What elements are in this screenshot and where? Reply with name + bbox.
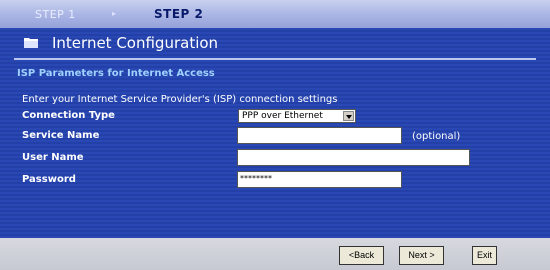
wizard-step-bar: STEP 1 ▸ STEP 2 xyxy=(0,0,550,28)
connection-type-value: PPP over Ethernet xyxy=(242,111,323,121)
page-title: Internet Configuration xyxy=(52,34,219,52)
user-name-label: User Name xyxy=(22,152,84,163)
user-name-input[interactable] xyxy=(237,149,470,166)
folder-icon xyxy=(24,38,38,48)
next-button[interactable]: Next > xyxy=(399,246,444,265)
connection-type-label: Connection Type xyxy=(22,110,115,121)
section-title: ISP Parameters for Internet Access xyxy=(17,68,215,79)
footer-bar xyxy=(0,238,550,270)
exit-button[interactable]: Exit xyxy=(472,246,497,265)
step-arrow-icon: ▸ xyxy=(112,9,117,18)
connection-type-select[interactable]: PPP over Ethernet xyxy=(238,109,356,123)
section-description: Enter your Internet Service Provider's (… xyxy=(22,94,338,105)
back-button[interactable]: <Back xyxy=(339,246,384,265)
password-input[interactable]: ******** xyxy=(237,171,402,188)
title-divider xyxy=(14,58,536,60)
password-label: Password xyxy=(22,174,76,185)
chevron-down-icon[interactable] xyxy=(343,111,354,121)
service-name-label: Service Name xyxy=(22,130,100,141)
step-2-label: STEP 2 xyxy=(154,7,204,21)
step-1-label: STEP 1 xyxy=(35,8,76,21)
service-name-optional-note: (optional) xyxy=(412,131,461,142)
service-name-input[interactable] xyxy=(237,127,402,144)
